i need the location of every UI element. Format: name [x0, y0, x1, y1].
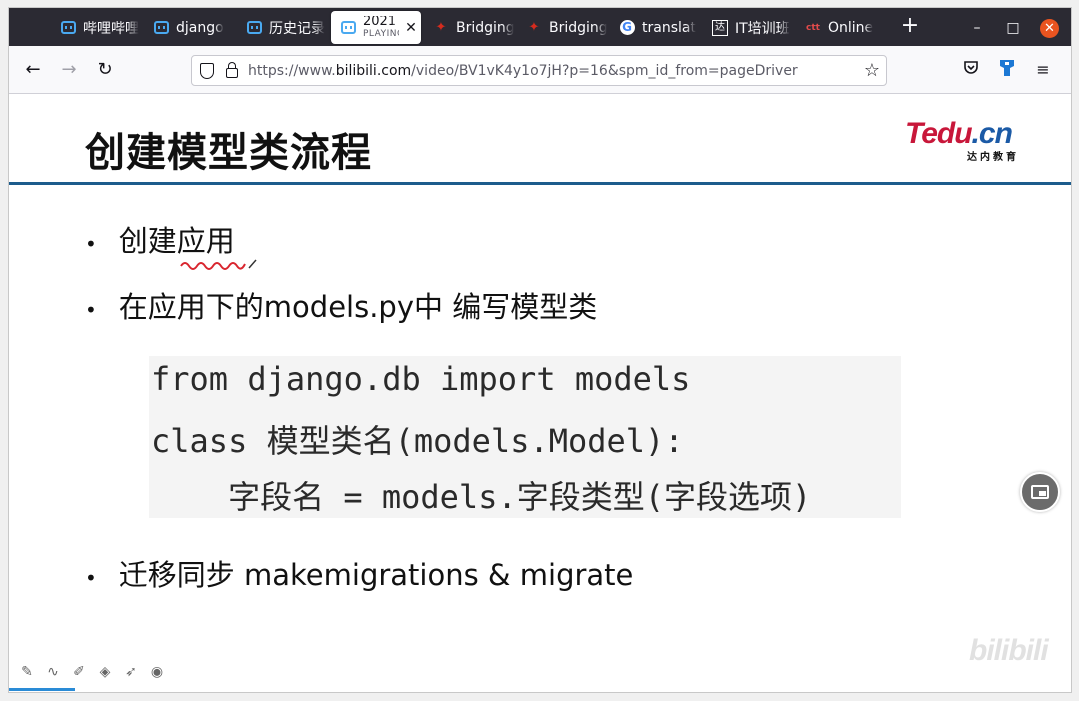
tab-it-training[interactable]: 达 IT培训班	[703, 11, 793, 44]
bilibili-icon	[340, 20, 356, 36]
ctt-icon: ctt	[806, 22, 820, 33]
tedu-logo: Tedu.cn 达内教育	[905, 117, 1019, 164]
navigation-toolbar: ← → ↻ https://www.bilibili.com/video/BV1…	[9, 46, 1071, 94]
window-close-button[interactable]: ✕	[1040, 19, 1059, 38]
title-divider	[9, 182, 1071, 185]
highlighter-icon[interactable]: ✐	[69, 662, 89, 682]
code-line: class 模型类名(models.Model):	[151, 422, 684, 460]
pen-icon[interactable]: ✎	[17, 662, 37, 682]
tracking-shield-icon[interactable]	[200, 62, 214, 79]
code-line: from django.db import models	[151, 360, 691, 398]
maximize-button[interactable]: □	[1004, 19, 1022, 37]
extension-icon[interactable]	[997, 59, 1017, 81]
pocket-icon[interactable]	[961, 59, 981, 81]
picture-in-picture-button[interactable]	[1020, 472, 1060, 512]
lock-icon[interactable]	[226, 62, 238, 78]
tab-bridging-1[interactable]: ✦ Bridging	[424, 11, 514, 44]
tab-django[interactable]: django	[144, 11, 234, 44]
url-text[interactable]: https://www.bilibili.com/video/BV1vK4y1o…	[248, 63, 798, 79]
maple-leaf-icon: ✦	[528, 20, 540, 35]
bookmark-star-icon[interactable]: ☆	[864, 60, 880, 81]
pointer-icon[interactable]: ➶	[121, 662, 141, 682]
freehand-icon[interactable]: ∿	[43, 662, 63, 682]
close-tab-icon[interactable]: ✕	[403, 20, 419, 36]
bullet-item: • 在应用下的models.py中 编写模型类	[85, 290, 598, 324]
da-icon: 达	[712, 19, 728, 36]
bilibili-icon	[153, 20, 169, 36]
bilibili-watermark: bilibili	[969, 634, 1049, 667]
tab-bilibili-home[interactable]: 哔哩哔哩	[51, 11, 141, 44]
pip-icon	[1031, 485, 1049, 499]
tab-active-video[interactable]: 2021 PLAYING ✕	[331, 11, 421, 44]
tab-online[interactable]: ctt Online	[796, 11, 886, 44]
tab-translate[interactable]: G translat	[610, 11, 700, 44]
eraser-icon[interactable]: ◈	[95, 662, 115, 682]
url-bar[interactable]: https://www.bilibili.com/video/BV1vK4y1o…	[191, 55, 887, 86]
slide-title: 创建模型类流程	[85, 130, 372, 176]
record-icon[interactable]: ◉	[147, 662, 167, 682]
progress-bar[interactable]	[9, 688, 75, 691]
minimize-button[interactable]: –	[968, 19, 986, 37]
new-tab-button[interactable]: +	[900, 15, 920, 37]
reload-button[interactable]: ↻	[94, 59, 116, 81]
google-icon: G	[619, 20, 635, 36]
tab-strip: 哔哩哔哩 django 历史记录 2021 PLAYING ✕ ✦ Bridgi…	[9, 8, 1071, 46]
back-button[interactable]: ←	[22, 59, 44, 81]
maple-leaf-icon: ✦	[435, 20, 447, 35]
bilibili-icon	[60, 20, 76, 36]
forward-button[interactable]: →	[58, 59, 80, 81]
bilibili-icon	[246, 20, 262, 36]
browser-window: 哔哩哔哩 django 历史记录 2021 PLAYING ✕ ✦ Bridgi…	[9, 8, 1071, 692]
tab-history[interactable]: 历史记录	[237, 11, 327, 44]
video-player-slide: 创建模型类流程 Tedu.cn 达内教育 • 创建应用 • 在应用下的models.…	[9, 94, 1071, 692]
code-line: 字段名 = models.字段类型(字段选项)	[151, 478, 812, 516]
tab-bridging-2[interactable]: ✦ Bridging	[517, 11, 607, 44]
annotation-squiggle	[180, 259, 257, 270]
annotation-toolbar: ✎ ∿ ✐ ◈ ➶ ◉	[17, 662, 167, 682]
bullet-item: • 创建应用	[85, 224, 235, 258]
bullet-item: • 迁移同步 makemigrations & migrate	[85, 558, 634, 592]
menu-icon[interactable]: ≡	[1033, 59, 1053, 81]
